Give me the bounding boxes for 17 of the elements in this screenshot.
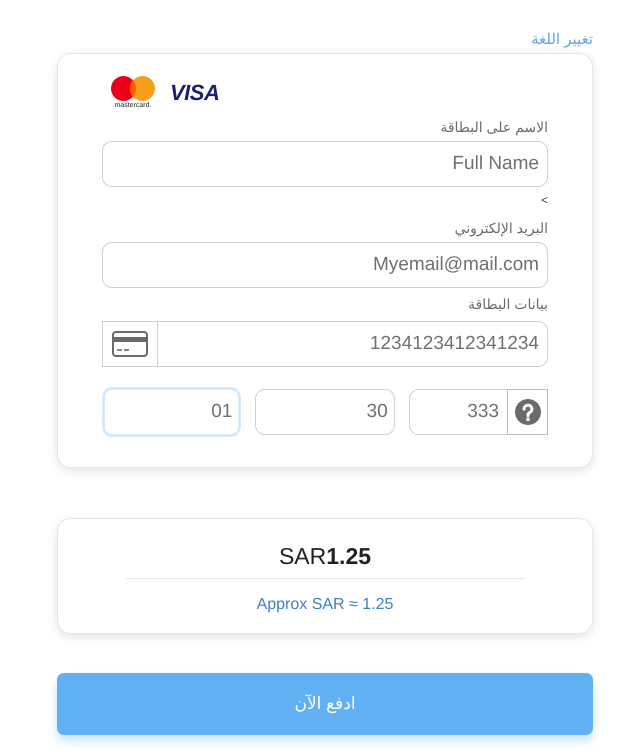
month-field[interactable]: 01	[102, 387, 242, 437]
email-label: البريد الإلكتروني	[454, 219, 548, 238]
credit-card-icon	[102, 321, 158, 367]
total-amount: SAR1.25	[278, 542, 372, 571]
language-link[interactable]: تغيير اللغة	[531, 30, 593, 50]
visa-logo: VISA	[170, 82, 220, 104]
year-field[interactable]: 30	[255, 389, 395, 435]
name-label: الاسم على البطاقة	[440, 118, 548, 137]
email-input-field[interactable]: Myemail@mail.com	[102, 242, 548, 288]
card-number-field[interactable]: 1234123412341234	[158, 321, 548, 367]
help-icon[interactable]	[507, 389, 548, 435]
name-input-field[interactable]: Full Name	[102, 141, 548, 187]
approx-amount: Approx SAR ≈ 1.25	[256, 595, 394, 615]
pay-now-button[interactable]: ادفع الآن	[57, 673, 593, 735]
cvv-field[interactable]: 333	[408, 389, 507, 435]
bracket-text: <	[540, 192, 548, 209]
card-details-label: بيانات البطاقة	[468, 295, 548, 314]
